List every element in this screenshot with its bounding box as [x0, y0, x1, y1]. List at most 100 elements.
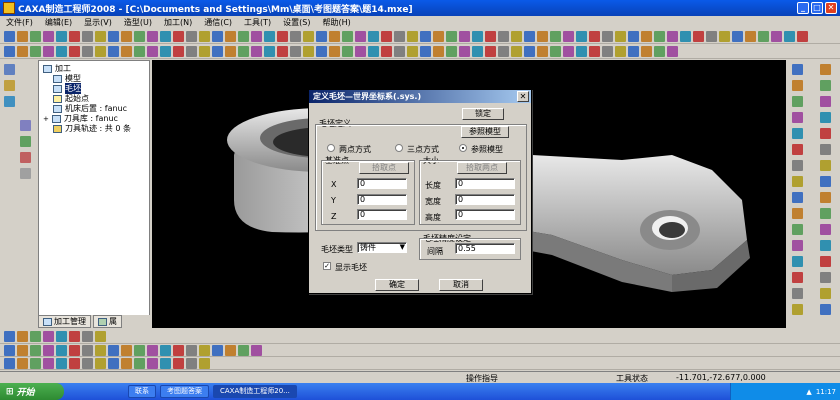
standard-tool-icon[interactable]: [160, 31, 171, 42]
feature-tool-icon[interactable]: [511, 46, 522, 57]
view-icon[interactable]: [20, 120, 31, 131]
edit-tool-icon[interactable]: [30, 344, 41, 356]
right-tool-icon[interactable]: [792, 224, 803, 235]
edit-tool-icon[interactable]: [251, 344, 262, 356]
edit-tool-icon[interactable]: [95, 344, 106, 356]
standard-tool-icon[interactable]: [602, 31, 613, 42]
standard-tool-icon[interactable]: [251, 31, 262, 42]
right-tool-icon[interactable]: [792, 80, 803, 91]
feature-tool-icon[interactable]: [56, 46, 67, 57]
right-tool-icon[interactable]: [820, 272, 831, 283]
right-tool-icon[interactable]: [820, 160, 831, 171]
standard-tool-icon[interactable]: [680, 31, 691, 42]
property-icon[interactable]: [20, 168, 31, 179]
feature-tool-icon[interactable]: [108, 46, 119, 57]
feature-tool-icon[interactable]: [420, 46, 431, 57]
curve-tool-icon[interactable]: [30, 331, 41, 342]
standard-tool-icon[interactable]: [719, 31, 730, 42]
line-tool-icon[interactable]: [121, 358, 132, 369]
standard-tool-icon[interactable]: [134, 31, 145, 42]
line-tool-icon[interactable]: [82, 358, 93, 369]
feature-tool-icon[interactable]: [355, 46, 366, 57]
standard-tool-icon[interactable]: [446, 31, 457, 42]
line-tool-icon[interactable]: [30, 358, 41, 369]
menu-modeling[interactable]: 造型(U): [118, 17, 158, 28]
edit-tool-icon[interactable]: [17, 344, 28, 356]
edit-tool-icon[interactable]: [160, 344, 171, 356]
menu-machining[interactable]: 加工(N): [158, 17, 198, 28]
right-tool-icon[interactable]: [820, 240, 831, 251]
edit-tool-icon[interactable]: [121, 344, 132, 356]
feature-tool-icon[interactable]: [277, 46, 288, 57]
standard-tool-icon[interactable]: [537, 31, 548, 42]
feature-tool-icon[interactable]: [173, 46, 184, 57]
right-tool-icon[interactable]: [820, 176, 831, 187]
right-tool-icon[interactable]: [820, 256, 831, 267]
feature-tool-icon[interactable]: [290, 46, 301, 57]
line-tool-icon[interactable]: [186, 358, 197, 369]
task-caxa[interactable]: CAXA制造工程师20...: [213, 385, 297, 398]
feature-tool-icon[interactable]: [225, 46, 236, 57]
feature-tool-icon[interactable]: [212, 46, 223, 57]
feature-tool-icon[interactable]: [485, 46, 496, 57]
standard-tool-icon[interactable]: [693, 31, 704, 42]
standard-tool-icon[interactable]: [69, 31, 80, 42]
standard-tool-icon[interactable]: [654, 31, 665, 42]
menu-edit[interactable]: 编辑(E): [39, 17, 78, 28]
feature-tool-icon[interactable]: [524, 46, 535, 57]
edit-tool-icon[interactable]: [186, 344, 197, 356]
standard-tool-icon[interactable]: [225, 31, 236, 42]
edit-tool-icon[interactable]: [43, 344, 54, 356]
menu-view[interactable]: 显示(V): [78, 17, 118, 28]
standard-tool-icon[interactable]: [758, 31, 769, 42]
standard-tool-icon[interactable]: [641, 31, 652, 42]
line-tool-icon[interactable]: [95, 358, 106, 369]
edit-tool-icon[interactable]: [4, 344, 15, 356]
feature-tool-icon[interactable]: [459, 46, 470, 57]
standard-tool-icon[interactable]: [290, 31, 301, 42]
feature-tool-icon[interactable]: [407, 46, 418, 57]
standard-tool-icon[interactable]: [238, 31, 249, 42]
feature-tool-icon[interactable]: [134, 46, 145, 57]
show-blank-checkbox[interactable]: ✓: [323, 262, 331, 270]
feature-tool-icon[interactable]: [303, 46, 314, 57]
standard-tool-icon[interactable]: [186, 31, 197, 42]
radio-three-points[interactable]: [395, 144, 403, 152]
right-tool-icon[interactable]: [792, 288, 803, 299]
right-tool-icon[interactable]: [792, 144, 803, 155]
standard-tool-icon[interactable]: [667, 31, 678, 42]
minimize-button[interactable]: _: [797, 2, 809, 14]
task-answers-folder[interactable]: 考图题答案: [160, 385, 209, 398]
radio-two-points[interactable]: [327, 144, 335, 152]
lock-button[interactable]: 锁定: [462, 108, 504, 120]
standard-tool-icon[interactable]: [628, 31, 639, 42]
feature-tool-icon[interactable]: [446, 46, 457, 57]
length-input[interactable]: 0: [455, 178, 515, 189]
standard-tool-icon[interactable]: [485, 31, 496, 42]
standard-tool-icon[interactable]: [82, 31, 93, 42]
standard-tool-icon[interactable]: [472, 31, 483, 42]
curve-tool-icon[interactable]: [4, 331, 15, 342]
feature-tool-icon[interactable]: [186, 46, 197, 57]
standard-tool-icon[interactable]: [212, 31, 223, 42]
color-icon[interactable]: [20, 152, 31, 163]
standard-tool-icon[interactable]: [147, 31, 158, 42]
right-tool-icon[interactable]: [792, 176, 803, 187]
tray-icon[interactable]: ▲: [806, 388, 811, 396]
tree-icon[interactable]: [4, 96, 15, 107]
right-tool-icon[interactable]: [792, 256, 803, 267]
feature-tool-icon[interactable]: [537, 46, 548, 57]
feature-tool-icon[interactable]: [95, 46, 106, 57]
layer-icon[interactable]: [20, 136, 31, 147]
standard-tool-icon[interactable]: [524, 31, 535, 42]
y-input[interactable]: 0: [357, 194, 407, 205]
feature-tool-icon[interactable]: [199, 46, 210, 57]
standard-tool-icon[interactable]: [797, 31, 808, 42]
feature-tool-icon[interactable]: [654, 46, 665, 57]
feature-tool-icon[interactable]: [550, 46, 561, 57]
feature-tool-icon[interactable]: [589, 46, 600, 57]
gap-input[interactable]: 0.55: [455, 243, 515, 254]
curve-tool-icon[interactable]: [43, 331, 54, 342]
right-tool-icon[interactable]: [820, 128, 831, 139]
feature-tool-icon[interactable]: [17, 46, 28, 57]
